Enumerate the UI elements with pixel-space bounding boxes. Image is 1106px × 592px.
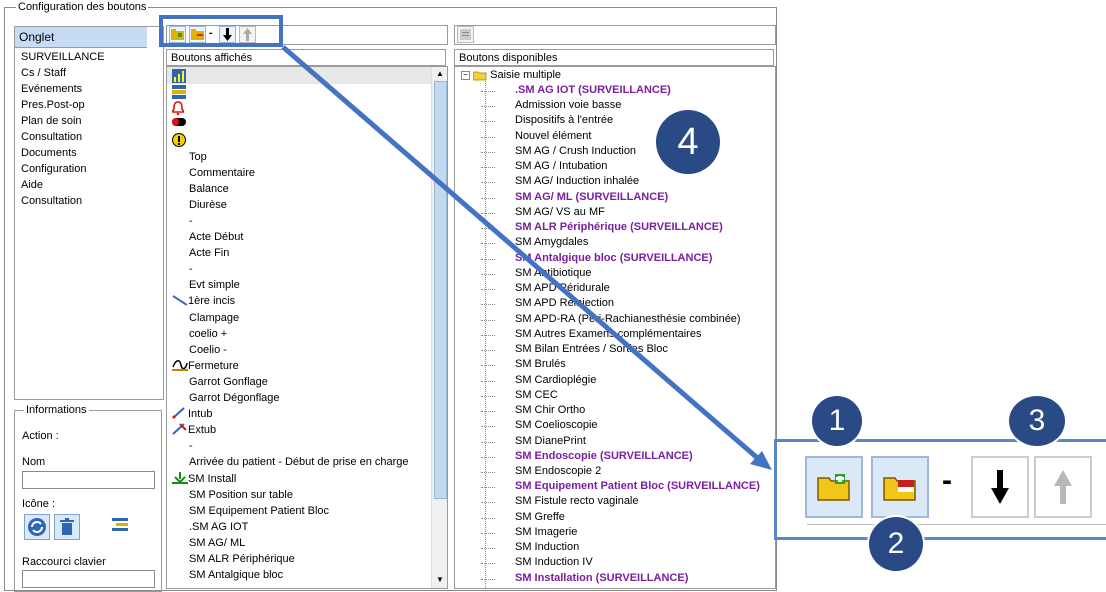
callout-3: 3 [1009, 396, 1065, 446]
callout-1: 1 [812, 396, 862, 446]
callout-2: 2 [869, 517, 923, 571]
callout-4: 4 [656, 110, 720, 174]
zoom-arrow [281, 45, 772, 470]
